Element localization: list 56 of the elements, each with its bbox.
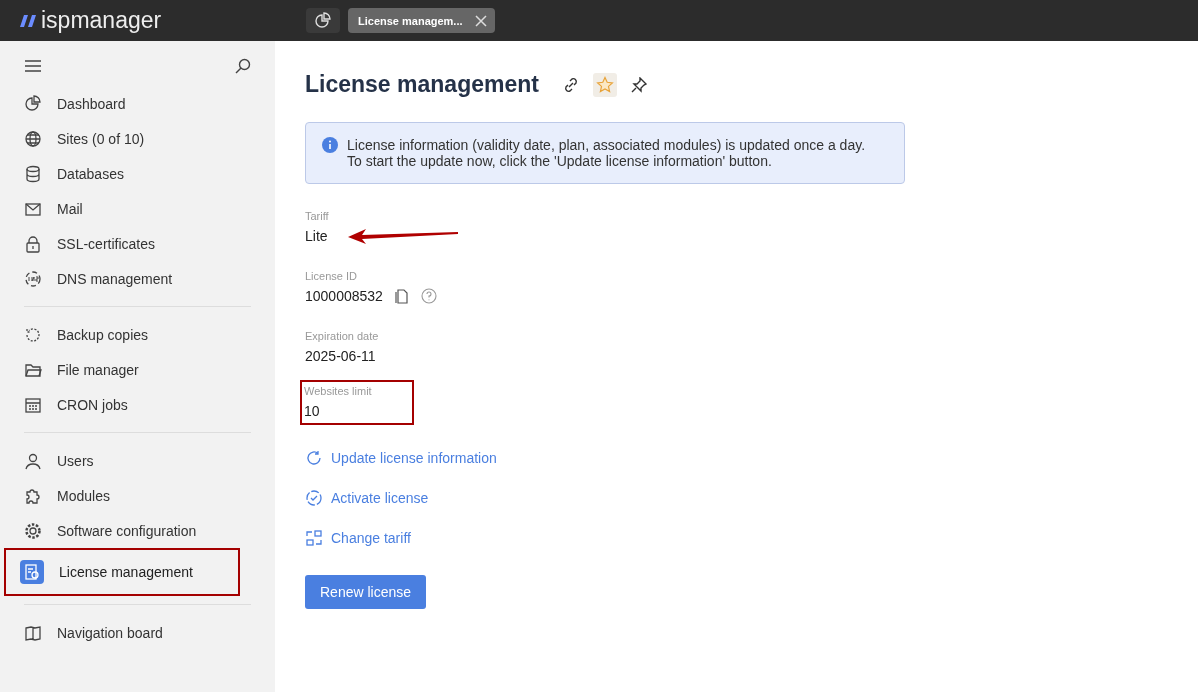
pin-icon[interactable] — [630, 76, 647, 93]
nav-icon — [24, 325, 42, 344]
field-value: 1000008532 — [305, 288, 383, 304]
field-value: Lite — [305, 228, 328, 244]
check-circle-icon — [305, 489, 323, 507]
nav-icon — [24, 269, 42, 288]
sidebar-item[interactable]: Mail — [6, 191, 251, 226]
action-link[interactable]: Update license information — [305, 449, 1198, 467]
swap-icon — [305, 529, 323, 547]
sidebar-item[interactable]: File manager — [6, 352, 251, 387]
nav-icon — [20, 560, 44, 584]
pie-chart-icon — [314, 11, 332, 30]
menu-icon[interactable] — [25, 60, 41, 72]
field-value: 2025-06-11 — [305, 348, 376, 364]
logo-text: ispmanager — [41, 7, 162, 34]
page-title: License management — [305, 71, 539, 98]
field-label: Expiration date — [305, 330, 379, 342]
logo-mark-icon — [20, 14, 38, 27]
help-icon[interactable] — [420, 288, 437, 304]
sidebar-item[interactable]: Sites (0 of 10) — [6, 121, 251, 156]
action-link[interactable]: Change tariff — [305, 529, 1198, 547]
nav-icon — [24, 395, 42, 414]
sidebar-item[interactable]: Software configuration — [6, 513, 251, 548]
field-value: 10 — [304, 403, 320, 419]
sidebar-item[interactable]: Navigation board — [6, 615, 251, 650]
sidebar-item[interactable]: DNS management — [6, 261, 251, 296]
search-icon[interactable] — [235, 58, 251, 74]
nav-icon — [24, 129, 42, 148]
sidebar-item[interactable]: CRON jobs — [6, 387, 251, 422]
copy-icon[interactable] — [394, 288, 409, 304]
notice-text: License information (validity date, plan, associated modules) is updated once a day. To start the update now, click the 'Update license information' button. — [347, 137, 866, 169]
sidebar-item[interactable]: License management — [6, 550, 238, 594]
page-tab[interactable]: License managem... — [348, 8, 495, 33]
sidebar-item[interactable]: SSL-certificates — [6, 226, 251, 261]
nav-icon — [24, 234, 42, 253]
close-icon[interactable] — [474, 14, 487, 27]
sidebar-item[interactable]: Users — [6, 443, 251, 478]
field-label: License ID — [305, 270, 358, 282]
field-label: Websites limit — [304, 385, 372, 397]
nav-icon — [24, 451, 42, 470]
renew-license-button[interactable]: Renew license — [305, 575, 427, 609]
sidebar-item[interactable]: Dashboard — [6, 86, 251, 121]
nav-icon — [24, 623, 42, 642]
field-label: Tariff — [305, 210, 330, 222]
sidebar-item[interactable]: Databases — [6, 156, 251, 191]
nav-icon — [24, 486, 42, 505]
dashboard-tab[interactable] — [306, 8, 340, 33]
link-icon[interactable] — [562, 76, 579, 93]
nav-icon — [24, 521, 42, 540]
sidebar-item[interactable]: Modules — [6, 478, 251, 513]
sidebar-item[interactable]: Backup copies — [6, 317, 251, 352]
action-link[interactable]: Activate license — [305, 489, 1198, 507]
info-icon — [322, 137, 338, 153]
nav-icon — [24, 164, 42, 183]
refresh-icon — [305, 449, 323, 467]
nav-icon — [24, 94, 42, 113]
